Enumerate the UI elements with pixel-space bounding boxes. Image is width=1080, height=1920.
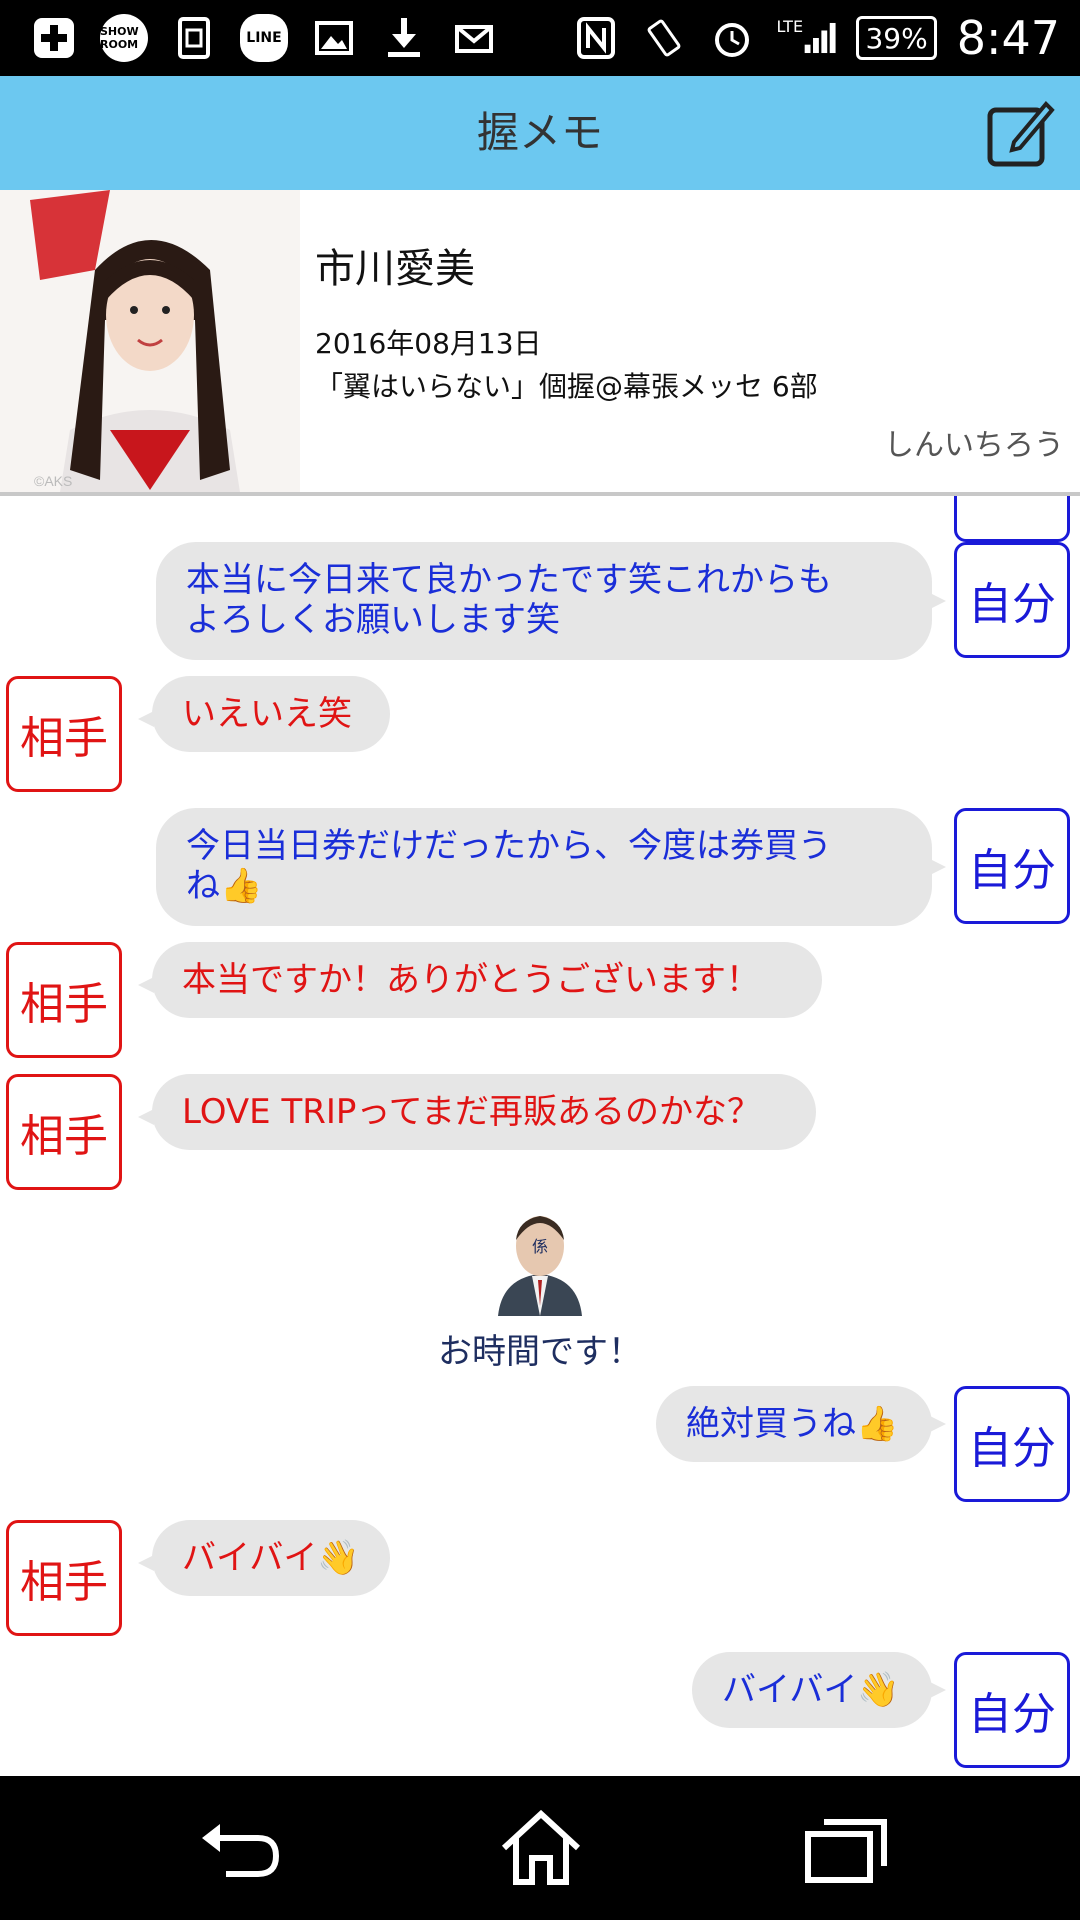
home-icon[interactable] bbox=[496, 1808, 586, 1888]
mail-icon bbox=[450, 14, 498, 62]
message-bubble-self: 本当に今日来て良かったです笑これからも よろしくお願いします笑 bbox=[156, 542, 946, 660]
message-line: LOVE TRIPってまだ再販あるのかな？ bbox=[182, 1092, 761, 1132]
staff-message: お時間です！ bbox=[438, 1332, 642, 1372]
message-bubble-self: 絶対買うね👍 bbox=[656, 1386, 946, 1462]
member-photo: ©AKS bbox=[0, 190, 300, 492]
member-name: 市川愛美 bbox=[315, 246, 475, 292]
sim-icon bbox=[170, 14, 218, 62]
status-bar: SHOW ROOM LINE LTE 39% 8:47 bbox=[0, 0, 1080, 76]
self-avatar: 自分 bbox=[954, 808, 1070, 924]
self-avatar: 自分 bbox=[954, 1386, 1070, 1502]
other-avatar: 相手 bbox=[6, 1520, 122, 1636]
self-avatar bbox=[954, 496, 1070, 542]
showroom-icon: SHOW ROOM bbox=[100, 14, 148, 62]
chat-log[interactable]: 本当に今日来て良かったです笑これからも よろしくお願いします笑 自分 相手 いえ… bbox=[0, 496, 1080, 1776]
nfc-icon bbox=[572, 14, 620, 62]
back-icon[interactable] bbox=[196, 1808, 286, 1888]
message-bubble-other: バイバイ👋 bbox=[138, 1520, 390, 1596]
user-name: しんいちろう bbox=[884, 428, 1064, 463]
self-avatar: 自分 bbox=[954, 542, 1070, 658]
self-avatar: 自分 bbox=[954, 1652, 1070, 1768]
message-bubble-self: 今日当日券だけだったから、今度は券買う ね👍 bbox=[156, 808, 946, 926]
profile-card: ©AKS 市川愛美 2016年08月13日 「翼はいらない」個握@幕張メッセ 6… bbox=[0, 190, 1080, 492]
svg-text:係: 係 bbox=[532, 1237, 548, 1256]
event-title: 「翼はいらない」個握@幕張メッセ 6部 bbox=[315, 370, 818, 403]
message-line: よろしくお願いします笑 bbox=[186, 600, 560, 640]
message-bubble-self: バイバイ👋 bbox=[692, 1652, 946, 1728]
svg-text:©AKS: ©AKS bbox=[34, 473, 72, 489]
navigation-bar bbox=[0, 1776, 1080, 1920]
message-line: 本当ですか！ありがとうございます！ bbox=[182, 960, 760, 1000]
plus-box-icon bbox=[30, 14, 78, 62]
event-date: 2016年08月13日 bbox=[315, 327, 542, 360]
image-icon bbox=[310, 14, 358, 62]
recents-icon[interactable] bbox=[802, 1808, 892, 1888]
message-bubble-other: 本当ですか！ありがとうございます！ bbox=[138, 942, 822, 1018]
clock: 8:47 bbox=[956, 11, 1060, 65]
message-bubble-other: LOVE TRIPってまだ再販あるのかな？ bbox=[138, 1074, 816, 1150]
message-line: 絶対買うね👍 bbox=[686, 1404, 899, 1444]
message-line: 本当に今日来て良かったです笑これからも bbox=[186, 560, 832, 600]
message-line: いえいえ笑 bbox=[182, 694, 352, 734]
alarm-icon bbox=[708, 14, 756, 62]
staff-notice: 係 お時間です！ bbox=[0, 1206, 1080, 1373]
edit-icon[interactable] bbox=[984, 96, 1058, 170]
message-bubble-other: いえいえ笑 bbox=[138, 676, 390, 752]
other-avatar: 相手 bbox=[6, 1074, 122, 1190]
message-line: バイバイ👋 bbox=[182, 1538, 360, 1578]
battery-indicator: 39% bbox=[856, 16, 937, 60]
rotate-icon bbox=[640, 14, 688, 62]
message-line: バイバイ👋 bbox=[722, 1670, 900, 1710]
signal-icon: LTE bbox=[776, 14, 836, 62]
staff-icon: 係 bbox=[492, 1206, 588, 1316]
other-avatar: 相手 bbox=[6, 676, 122, 792]
other-avatar: 相手 bbox=[6, 942, 122, 1058]
page-title: 握メモ bbox=[476, 108, 603, 157]
message-line: ね👍 bbox=[186, 866, 263, 906]
line-icon: LINE bbox=[240, 14, 288, 62]
app-bar: 握メモ bbox=[0, 76, 1080, 190]
message-line: 今日当日券だけだったから、今度は券買う bbox=[186, 826, 832, 866]
download-icon bbox=[380, 14, 428, 62]
